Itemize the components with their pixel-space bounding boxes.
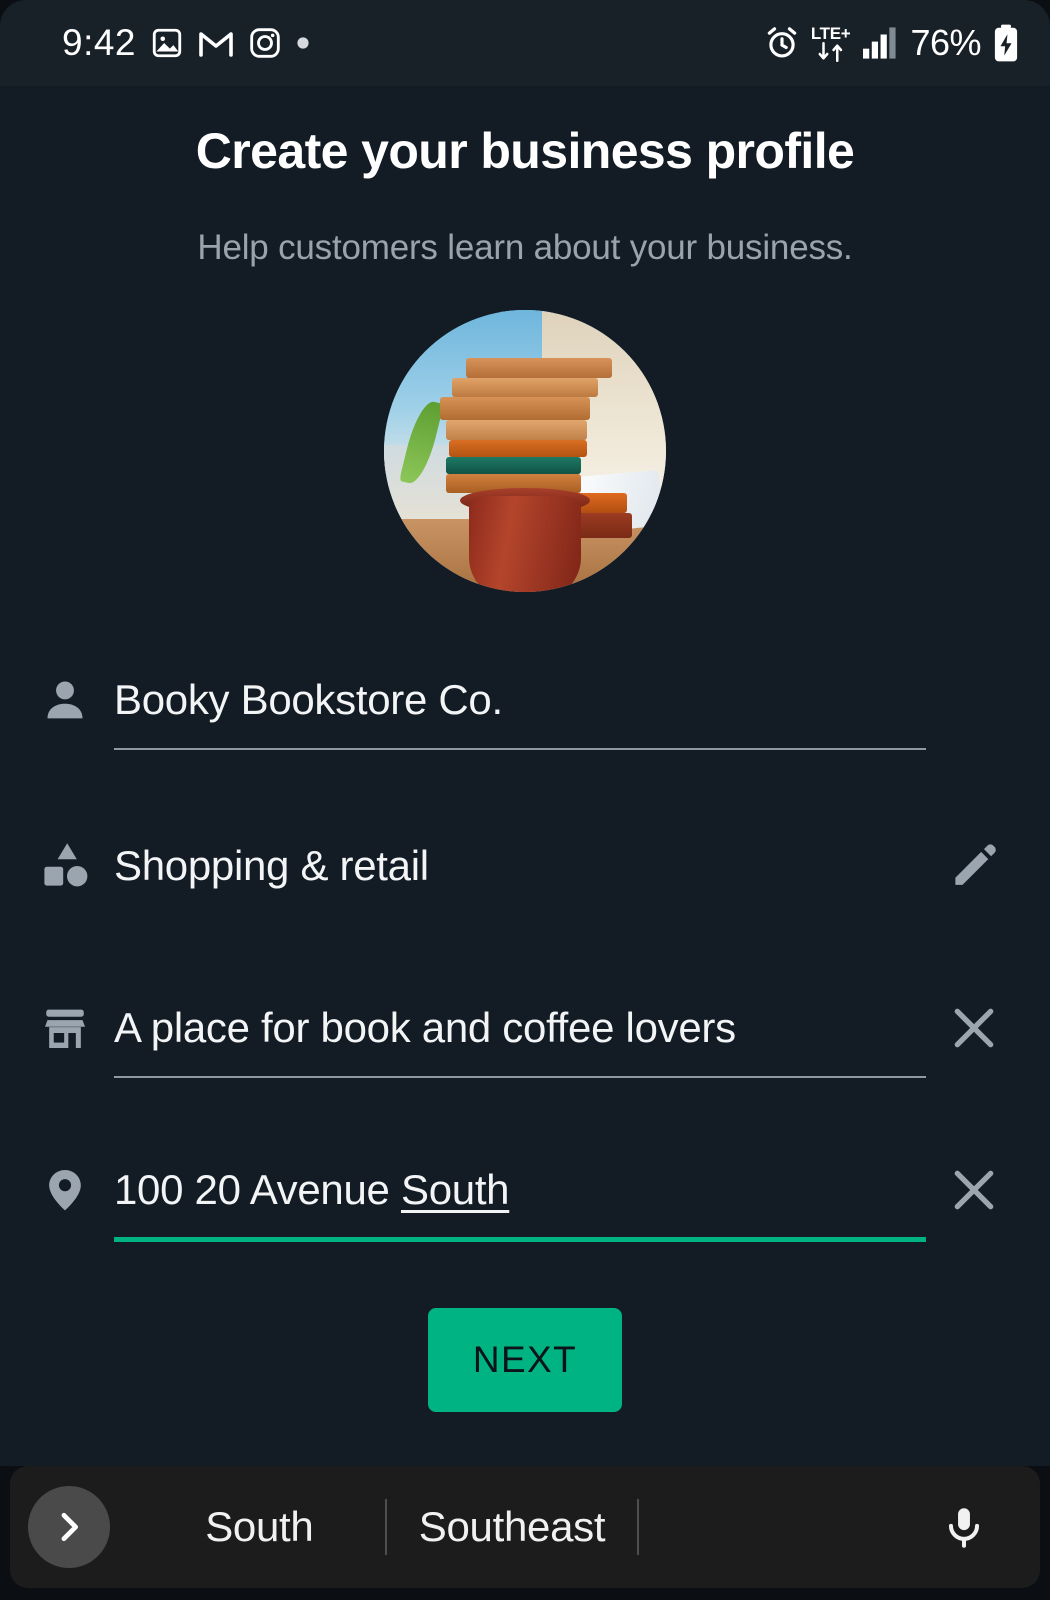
business-address-value: 100 20 Avenue South — [114, 1166, 510, 1214]
photo-book — [446, 419, 588, 440]
business-name-row[interactable]: Booky Bookstore Co. — [0, 646, 1050, 754]
photo-book — [465, 357, 613, 378]
keyboard-suggestion-strip: South Southeast — [10, 1466, 1040, 1588]
business-profile-photo[interactable] — [384, 310, 666, 592]
microphone-icon — [941, 1504, 987, 1550]
suggestions-area: South Southeast — [134, 1466, 890, 1588]
next-button[interactable]: NEXT — [428, 1308, 622, 1412]
avatar-container — [0, 310, 1050, 592]
business-description-row[interactable]: A place for book and coffee lovers — [0, 974, 1050, 1082]
gmail-icon — [198, 28, 234, 58]
clear-x-icon — [947, 1001, 1001, 1055]
business-address-underline — [114, 1237, 926, 1242]
suggestion-chip-1[interactable]: South — [134, 1503, 385, 1551]
person-icon — [40, 675, 114, 725]
status-time: 9:42 — [62, 22, 137, 63]
business-description-value: A place for book and coffee lovers — [114, 1004, 736, 1051]
main-content: Create your business profile Help custom… — [0, 86, 1050, 1466]
business-address-row[interactable]: 100 20 Avenue South — [0, 1136, 1050, 1244]
business-description-underline — [114, 1076, 926, 1078]
voice-input-button[interactable] — [924, 1487, 1004, 1567]
clear-description-button[interactable] — [926, 1001, 1022, 1055]
data-transfer-arrows-icon — [814, 41, 848, 62]
page-title: Create your business profile — [195, 123, 855, 179]
suggestion-divider — [637, 1499, 640, 1555]
business-description-field[interactable]: A place for book and coffee lovers — [114, 974, 926, 1082]
edit-category-button[interactable] — [926, 840, 1022, 892]
business-name-underline — [114, 748, 926, 750]
chevron-right-icon — [50, 1508, 88, 1546]
phone-screen: 9:42 LTE+ 76% Create your business profi… — [0, 0, 1050, 1600]
photo-clay-pot — [468, 496, 582, 592]
business-address-text: 100 20 Avenue — [114, 1166, 401, 1213]
photo-book — [440, 397, 590, 420]
location-pin-icon — [40, 1165, 114, 1215]
dot-indicator-icon — [296, 36, 310, 50]
photo-book — [448, 439, 588, 457]
battery-charging-icon — [992, 24, 1020, 62]
business-name-field[interactable]: Booky Bookstore Co. — [114, 646, 926, 754]
business-address-field[interactable]: 100 20 Avenue South — [114, 1136, 926, 1244]
storefront-icon — [40, 1003, 114, 1053]
instagram-icon — [248, 26, 282, 60]
next-button-container: NEXT — [0, 1308, 1050, 1412]
network-type-indicator: LTE+ — [811, 25, 851, 62]
business-profile-form: Booky Bookstore Co. Shopping & retail A … — [0, 646, 1050, 1244]
photos-icon — [150, 26, 184, 60]
expand-toolbar-button[interactable] — [28, 1486, 110, 1568]
photo-book — [446, 456, 582, 474]
battery-percent-label: 76% — [910, 22, 981, 63]
business-category-row[interactable]: Shopping & retail — [0, 812, 1050, 920]
business-category-field[interactable]: Shopping & retail — [114, 812, 926, 920]
business-name-value: Booky Bookstore Co. — [114, 676, 503, 723]
alarm-icon — [764, 25, 800, 61]
status-bar: 9:42 LTE+ 76% — [0, 0, 1050, 86]
status-bar-right: LTE+ 76% — [764, 22, 1020, 64]
clear-address-button[interactable] — [926, 1163, 1022, 1217]
signal-bars-icon — [861, 26, 899, 60]
category-shapes-icon — [40, 840, 114, 892]
business-address-spellcheck-word: South — [400, 1166, 510, 1213]
clear-x-icon — [947, 1163, 1001, 1217]
status-bar-left: 9:42 — [62, 22, 310, 64]
page-subtitle: Help customers learn about your business… — [197, 228, 853, 267]
business-category-value: Shopping & retail — [114, 842, 429, 889]
suggestion-chip-2[interactable]: Southeast — [387, 1503, 638, 1551]
edit-pencil-icon — [948, 840, 1000, 892]
photo-book — [451, 377, 599, 398]
